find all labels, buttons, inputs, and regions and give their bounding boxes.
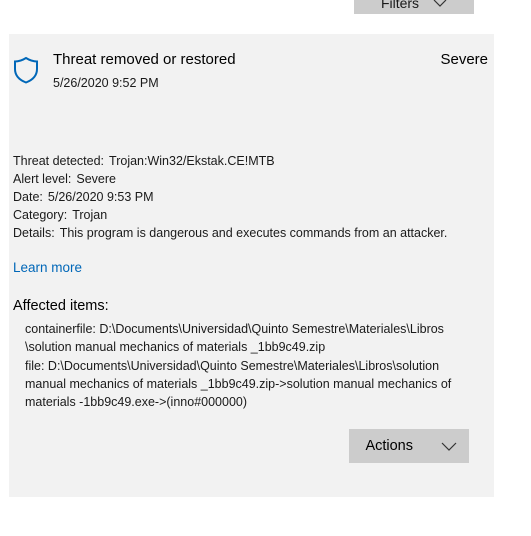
threat-card: Threat removed or restored 5/26/2020 9:5…: [9, 34, 494, 497]
threat-details: Threat detected: Trojan:Win32/Ekstak.CE!M…: [13, 152, 447, 242]
affected-item: containerfile: D:\Documents\Universidad\…: [25, 320, 475, 356]
detail-key: Alert level:: [13, 172, 72, 186]
detail-row-details: Details: This program is dangerous and ex…: [13, 224, 447, 242]
detail-key: Threat detected:: [13, 154, 105, 168]
learn-more-link[interactable]: Learn more: [13, 260, 82, 275]
detail-key: Details:: [13, 226, 55, 240]
severity-label: Severe: [440, 51, 488, 68]
actions-button[interactable]: Actions: [349, 429, 469, 463]
detail-value: Trojan:Win32/Ekstak.CE!MTB: [109, 154, 275, 168]
threat-date: 5/26/2020 9:52 PM: [53, 76, 159, 90]
affected-item-line: manual mechanics of materials _1bb9c49.z…: [25, 377, 452, 391]
detail-value: This program is dangerous and executes c…: [59, 226, 448, 240]
affected-item: file: D:\Documents\Universidad\Quinto Se…: [25, 357, 475, 411]
detail-row-threat-detected: Threat detected: Trojan:Win32/Ekstak.CE!M…: [13, 152, 447, 170]
detail-key: Category:: [13, 208, 68, 222]
affected-item-line: containerfile: D:\Documents\Universidad\…: [25, 322, 444, 336]
detail-row-alert-level: Alert level: Severe: [13, 170, 447, 188]
chevron-down-icon: [433, 0, 447, 7]
filters-button-label: Filters: [380, 0, 420, 11]
affected-items-list: containerfile: D:\Documents\Universidad\…: [25, 320, 475, 412]
affected-item-line: \solution manual mechanics of materials …: [25, 340, 326, 354]
detail-row-category: Category: Trojan: [13, 206, 447, 224]
affected-item-line: materials -1bb9c49.exe->(inno#000000): [25, 395, 248, 409]
affected-item-line: file: D:\Documents\Universidad\Quinto Se…: [25, 359, 440, 373]
detail-value: Trojan: [72, 208, 108, 222]
detail-key: Date:: [13, 190, 43, 204]
filters-button[interactable]: Filters: [354, 0, 474, 14]
threat-title: Threat removed or restored: [53, 51, 236, 68]
chevron-down-icon: [441, 442, 457, 451]
detail-value: 5/26/2020 9:53 PM: [47, 190, 154, 204]
detail-row-date: Date: 5/26/2020 9:53 PM: [13, 188, 447, 206]
actions-button-label: Actions: [365, 438, 413, 454]
affected-items-heading: Affected items:: [13, 298, 109, 314]
detail-value: Severe: [76, 172, 116, 186]
shield-icon: [14, 56, 38, 84]
threat-history-page: Filters Threat removed or restored 5/26/…: [0, 0, 531, 536]
